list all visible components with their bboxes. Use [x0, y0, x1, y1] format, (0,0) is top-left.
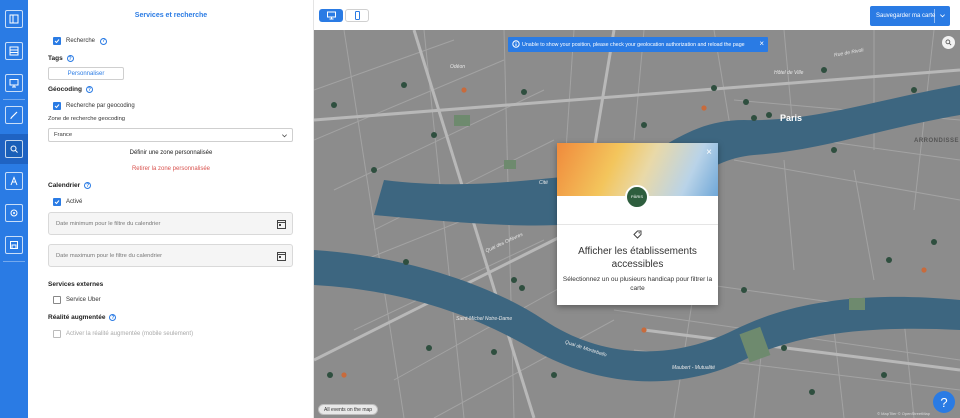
map-label-maubert: Maubert - Mutualité: [672, 365, 716, 371]
mobile-icon: [354, 11, 360, 20]
map-label-paris: Paris: [780, 113, 803, 123]
editor-topbar: Sauvegarder ma carte: [314, 0, 960, 30]
define-zone-link[interactable]: Définir une zone personnalisée: [28, 150, 314, 156]
close-icon[interactable]: ×: [706, 147, 712, 158]
remove-zone-link[interactable]: Retirer la zone personnalisée: [28, 166, 314, 172]
accessibility-filter-modal: × PÂRIS Afficher les établissements acce…: [557, 143, 718, 305]
map-attribution[interactable]: © MapTiler © OpenStreetMap: [877, 411, 930, 416]
external-services-heading: Services externes: [48, 281, 103, 288]
help-circle-icon[interactable]: ?: [85, 86, 93, 93]
date-min-input[interactable]: Date minimum pour le filtre du calendrie…: [48, 212, 293, 235]
button-divider: [934, 9, 935, 23]
ar-heading: Réalité augmentée ?: [48, 314, 117, 321]
settings-panel: Services et recherche Recherche ? Tags ?…: [28, 0, 314, 418]
ar-label: Activer la réalité augmentée (mobile seu…: [66, 331, 194, 337]
rail-divider: [3, 261, 25, 262]
date-max-placeholder: Date maximum pour le filtre du calendrie…: [56, 252, 162, 259]
uber-label: Service Uber: [66, 297, 101, 303]
geocoding-checkbox[interactable]: [53, 102, 61, 110]
modal-title: Afficher les établissements accessibles: [578, 246, 697, 270]
chevron-down-icon: [282, 134, 287, 138]
all-events-button[interactable]: All events on the map: [318, 404, 379, 415]
search-services-icon[interactable]: [5, 140, 23, 158]
search-icon: [945, 39, 952, 46]
help-circle-icon[interactable]: ?: [66, 55, 74, 62]
uber-checkbox[interactable]: [53, 296, 61, 304]
save-map-label: Sauvegarder ma carte: [876, 13, 936, 19]
help-circle-icon[interactable]: ?: [100, 37, 108, 45]
external-services-heading-text: Services externes: [48, 281, 104, 288]
mobile-preview-button[interactable]: [345, 9, 369, 22]
date-min-placeholder: Date minimum pour le filtre du calendrie…: [56, 220, 161, 227]
help-button[interactable]: ?: [933, 391, 955, 413]
ar-checkbox[interactable]: [53, 330, 61, 338]
search-option[interactable]: Recherche ?: [53, 37, 108, 45]
calendar-enabled-option[interactable]: Activé: [53, 198, 82, 206]
map-label-odeon: Odéon: [450, 64, 466, 70]
help-circle-icon[interactable]: ?: [109, 314, 117, 321]
tags-heading-text: Tags: [48, 55, 63, 62]
geocoding-search-label: Recherche par geocoding: [66, 103, 135, 109]
geolocation-warning-banner: Unable to show your position, please che…: [508, 37, 768, 52]
modal-subtitle: Sélectionnez un ou plusieurs handicap po…: [562, 276, 713, 292]
map-label-saint-michel: Saint-Michel Notre-Dame: [456, 316, 513, 322]
date-max-input[interactable]: Date maximum pour le filtre du calendrie…: [48, 244, 293, 267]
paris-logo: PÂRIS: [625, 185, 649, 209]
uber-option[interactable]: Service Uber: [53, 296, 101, 304]
geocoding-zone-label: Zone de recherche geocoding: [48, 116, 126, 122]
settings-icon[interactable]: [5, 204, 23, 222]
typography-icon[interactable]: [5, 172, 23, 190]
geolocation-warning-text: Unable to show your position, please che…: [522, 41, 745, 48]
left-toolbar: [0, 0, 28, 418]
geocoding-heading-text: Géocoding: [48, 86, 82, 93]
geocoding-search-option[interactable]: Recherche par geocoding: [53, 102, 135, 110]
info-icon: [512, 40, 520, 48]
help-circle-icon[interactable]: ?: [84, 182, 92, 189]
map-label-hotel-de-ville: Hôtel de Ville: [774, 70, 804, 76]
map-label-cite: Cité: [539, 180, 548, 186]
map-search-button[interactable]: [942, 36, 955, 49]
layers-icon[interactable]: [5, 42, 23, 60]
rail-divider: [3, 99, 25, 100]
tags-heading: Tags ?: [48, 55, 74, 62]
display-icon[interactable]: [5, 74, 23, 92]
edit-icon[interactable]: [5, 106, 23, 124]
calendar-icon[interactable]: [277, 219, 286, 229]
calendar-enabled-label: Activé: [66, 199, 83, 205]
chevron-down-icon[interactable]: [939, 12, 946, 19]
calendar-heading: Calendrier ?: [48, 182, 92, 189]
calendar-heading-text: Calendrier: [48, 182, 81, 189]
ar-option[interactable]: Activer la réalité augmentée (mobile seu…: [53, 330, 193, 338]
layout-icon[interactable]: [5, 10, 23, 28]
calendar-checkbox[interactable]: [53, 198, 61, 206]
tag-icon: [633, 230, 642, 239]
save-icon[interactable]: [5, 236, 23, 254]
search-label: Recherche: [66, 38, 96, 44]
geocoding-heading: Géocoding ?: [48, 86, 93, 93]
map-label-arrondissement: ARRONDISSE: [914, 138, 960, 144]
close-icon[interactable]: ×: [759, 39, 764, 48]
geocoding-zone-value: France: [54, 132, 73, 138]
geocoding-zone-select[interactable]: France: [48, 128, 293, 142]
desktop-preview-button[interactable]: [319, 9, 343, 22]
map-view[interactable]: Paris ARRONDISSE Odéon Maubert - Mutuali…: [314, 30, 960, 418]
ar-heading-text: Réalité augmentée: [48, 314, 106, 321]
search-checkbox[interactable]: [53, 37, 61, 45]
modal-divider: [557, 224, 718, 225]
customize-tags-button[interactable]: Personnaliser: [48, 67, 124, 80]
save-map-button[interactable]: Sauvegarder ma carte: [870, 6, 950, 26]
calendar-icon[interactable]: [277, 251, 286, 261]
panel-title: Services et recherche: [134, 12, 208, 19]
desktop-icon: [326, 11, 336, 20]
